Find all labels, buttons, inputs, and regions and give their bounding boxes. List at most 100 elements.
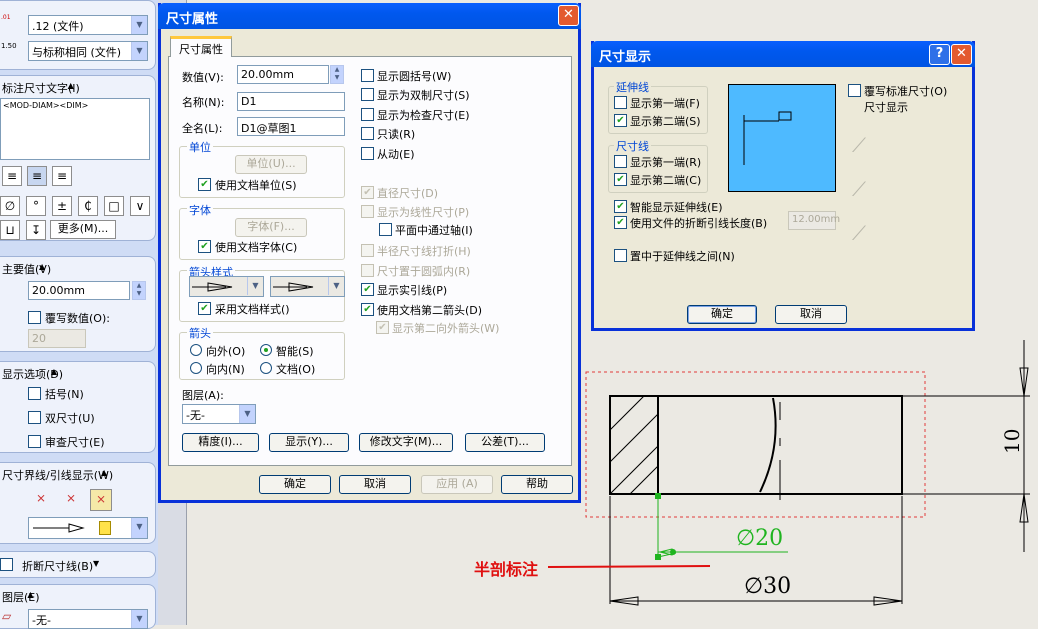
second-out-label: 显示第二向外箭头(W) [392,322,500,335]
override-std-checkbox[interactable] [848,84,861,97]
display-button[interactable]: 显示(Y)... [269,433,349,452]
diameter-30-label[interactable]: ∅30 [744,574,791,599]
unit-button[interactable]: 单位(U)... [235,155,307,174]
break-length-label: 使用文件的折断引线长度(B) [630,217,768,230]
help-icon[interactable]: ? [929,44,950,65]
value-spinner[interactable]: ▲ ▼ [330,65,344,84]
arrow-style-1-select[interactable]: ▼ [189,276,264,297]
linear-checkbox[interactable] [361,205,374,218]
ok-button[interactable]: 确定 [259,475,331,494]
layer-label: 图层(A): [182,389,224,402]
arrow-smart-radio[interactable] [260,344,272,356]
break-length-checkbox[interactable]: ✔ [614,216,627,229]
fullname-label: 全名(L): [182,122,223,135]
modify-text-button[interactable]: 修改文字(M)... [359,433,453,452]
dual-checkbox[interactable] [361,88,374,101]
display-cancel-button[interactable]: 取消 [775,305,847,324]
solid-leader-checkbox[interactable]: ✔ [361,283,374,296]
cancel-button[interactable]: 取消 [339,475,411,494]
part-curve [759,397,777,493]
arrow-doc-radio[interactable] [260,362,272,374]
dim-second-checkbox[interactable]: ✔ [614,173,627,186]
smart-ext-label: 智能显示延伸线(E) [630,201,723,214]
dim-first-checkbox[interactable] [614,155,627,168]
arrow-out-radio[interactable] [190,344,202,356]
arrow-smart-label: 智能(S) [276,345,314,358]
tolerance-button[interactable]: 公差(T)... [465,433,545,452]
center-between-checkbox[interactable] [614,249,627,262]
arrow-in-label: 向内(N) [206,363,245,376]
preview-pane [728,84,836,192]
inspect-checkbox[interactable] [361,108,374,121]
half-radius-checkbox[interactable] [361,244,374,257]
arrow-style-2-select[interactable]: ▼ [270,276,345,297]
diameter-checkbox[interactable]: ✔ [361,186,374,199]
in-arc-checkbox[interactable] [361,264,374,277]
dim-display-dialog: 尺寸显示 ? ✕ 延伸线 显示第一端(F) ✔ 显示第二端(S) 尺寸线 显示第… [591,41,975,331]
tab-dim-properties[interactable]: 尺寸属性 [170,36,232,57]
readonly-checkbox[interactable] [361,127,374,140]
override-std-label-2: 尺寸显示 [864,101,908,114]
use-doc-unit-checkbox[interactable]: ✔ [198,178,211,191]
use-doc-unit-label: 使用文档单位(S) [215,179,297,192]
layer-select[interactable]: -无- ▼ [182,404,256,424]
round-paren-label: 显示圆括号(W) [377,70,452,83]
precision-button[interactable]: 精度(I)... [182,433,259,452]
driven-checkbox[interactable] [361,147,374,160]
selection-box [585,371,926,518]
diameter-label: 直径尺寸(D) [377,187,439,200]
override-std-label: 覆写标准尺寸(O) [864,85,948,98]
unit-group-label: 单位 [187,139,213,155]
half-section-annotation: 半剖标注 [474,560,539,579]
second-arrow-checkbox[interactable]: ✔ [361,303,374,316]
help-button[interactable]: 帮助 [501,475,573,494]
ext-second-checkbox[interactable]: ✔ [614,114,627,127]
diameter-20-label[interactable]: ∅20 [736,526,783,551]
dialog-titlebar[interactable]: 尺寸属性 [158,3,581,29]
ext-line-group-label: 延伸线 [614,79,651,95]
display-ok-button[interactable]: 确定 [687,305,757,324]
arrow-preset-1-icon[interactable]: ⟋ [852,133,866,157]
center-between-label: 置中于延伸线之间(N) [630,250,735,263]
break-length-input[interactable]: 12.00mm [788,211,840,230]
half-radius-label: 半径尺寸线打折(H) [377,245,471,258]
arrow-out-label: 向外(O) [206,345,246,358]
use-doc-style-checkbox[interactable]: ✔ [198,302,211,315]
value-input[interactable]: 20.00mm [237,65,329,84]
plane-axis-checkbox[interactable] [379,223,392,236]
part-outline [609,395,903,495]
display-dialog-titlebar[interactable]: 尺寸显示 [591,41,975,67]
close-icon[interactable]: ✕ [951,44,972,65]
round-paren-checkbox[interactable] [361,69,374,82]
use-doc-font-checkbox[interactable]: ✔ [198,240,211,253]
dim-properties-dialog: 尺寸属性 ✕ 尺寸属性 数值(V): 20.00mm ▲ ▼ 名称(N): D1 … [158,3,581,503]
plane-axis-label: 平面中通过轴(I) [395,224,473,237]
arrow-in-radio[interactable] [190,362,202,374]
smart-ext-checkbox[interactable]: ✔ [614,200,627,213]
driven-label: 从动(E) [377,148,415,161]
readonly-label: 只读(R) [377,128,416,141]
annotation-leader [547,565,711,568]
inspect-label: 显示为检查尺寸(E) [377,109,470,122]
in-arc-label: 尺寸置于圆弧内(R) [377,265,471,278]
apply-button[interactable]: 应用 (A) [421,475,493,494]
linear-label: 显示为线性尺寸(P) [377,206,470,219]
close-icon[interactable]: ✕ [558,5,579,26]
solid-leader-label: 显示实引线(P) [377,284,448,297]
arrow-preset-2-icon[interactable]: ⟋ [852,177,866,201]
font-group-label: 字体 [187,202,213,218]
second-out-checkbox[interactable]: ✔ [376,321,389,334]
section-hatch [609,395,659,495]
second-arrow-label: 使用文档第二箭头(D) [377,304,483,317]
use-doc-style-label: 采用文档样式() [215,303,290,316]
dual-label: 显示为双制尺寸(S) [377,89,470,102]
height-10-label[interactable]: 10 [1000,429,1024,454]
value-label: 数值(V): [182,71,224,84]
name-input[interactable]: D1 [237,92,345,111]
use-doc-font-label: 使用文档字体(C) [215,241,298,254]
font-button[interactable]: 字体(F)... [235,218,307,237]
arrow-preset-3-icon[interactable]: ⟋ [852,221,866,245]
dim-second-label: 显示第二端(C) [630,174,702,187]
fullname-input[interactable]: D1@草图1 [237,117,345,136]
ext-first-checkbox[interactable] [614,96,627,109]
